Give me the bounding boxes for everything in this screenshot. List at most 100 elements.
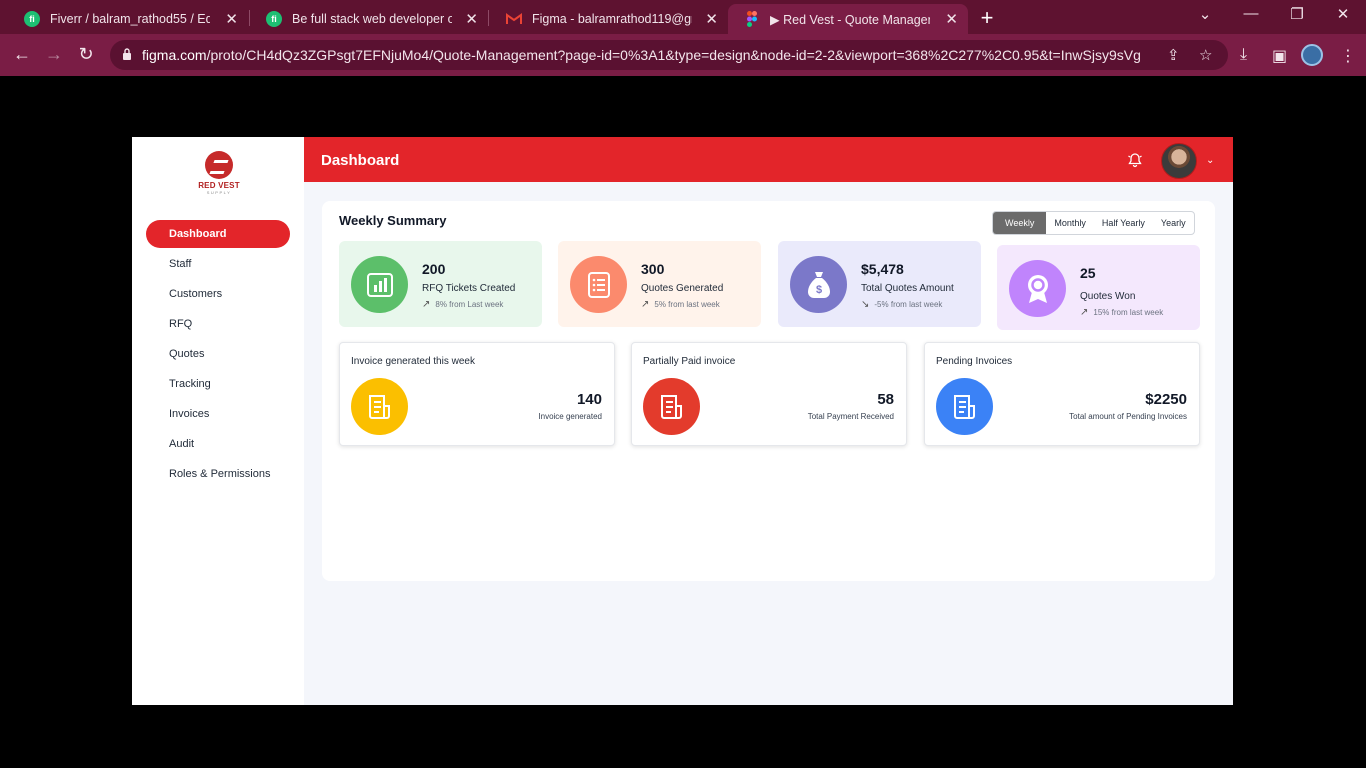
share-icon[interactable]: ⇪	[1167, 46, 1180, 64]
sidebar-item-audit[interactable]: Audit	[146, 430, 290, 458]
invoice-card-generated: Invoice generated this week 140 Invoice …	[339, 342, 615, 446]
browser-tab-bar: fi Fiverr / balram_rathod55 / Edit Gig ✕…	[0, 0, 1366, 34]
gmail-icon	[506, 11, 522, 27]
trend-up-icon: ↗	[641, 299, 650, 310]
close-icon[interactable]: ✕	[945, 10, 958, 28]
profile-avatar[interactable]	[1301, 44, 1323, 66]
fiverr-icon: fi	[24, 11, 40, 27]
stat-card-total-quotes-amount: $ $5,478 Total Quotes Amount ↘ -5% from l…	[778, 241, 981, 327]
minimize-button[interactable]: —	[1241, 5, 1261, 22]
stat-value: $5,478	[861, 261, 904, 277]
red-vest-logo-icon	[205, 151, 233, 179]
browser-tab-fiverr-gig[interactable]: fi Fiverr / balram_rathod55 / Edit Gig ✕	[8, 4, 248, 34]
stat-trend: ↗ 5% from last week	[641, 299, 720, 310]
menu-kebab-icon[interactable]: ⋮	[1340, 46, 1356, 66]
address-bar[interactable]: figma.com/proto/CH4dQz3ZGPsgt7EFNjuMo4/Q…	[110, 40, 1228, 70]
stat-trend: ↗ 15% from last week	[1080, 307, 1164, 318]
logo: RED VEST SUPPLY	[192, 151, 246, 197]
period-selector: Weekly Monthly Half Yearly Yearly	[992, 211, 1195, 235]
sidebar-nav: Dashboard Staff Customers RFQ Quotes Tra…	[146, 220, 290, 490]
weekly-summary-card: Weekly Summary Weekly Monthly Half Yearl…	[322, 201, 1215, 581]
stat-card-quotes-generated: 300 Quotes Generated ↗ 5% from last week	[558, 241, 761, 327]
sidebar-item-roles-permissions[interactable]: Roles & Permissions	[146, 460, 290, 488]
tab-title: Figma - balramrathod119@gmail.com	[532, 12, 692, 26]
sidebar-item-rfq[interactable]: RFQ	[146, 310, 290, 338]
trend-up-icon: ↗	[422, 299, 431, 310]
invoice-document-icon	[351, 378, 408, 435]
invoice-card-title: Partially Paid invoice	[643, 356, 736, 367]
sidebar-item-tracking[interactable]: Tracking	[146, 370, 290, 398]
tab-title: ▶ Red Vest - Quote Management	[770, 12, 930, 27]
sidebar-item-customers[interactable]: Customers	[146, 280, 290, 308]
restore-button[interactable]: ❐	[1287, 5, 1307, 23]
invoice-document-icon	[936, 378, 993, 435]
invoice-card-title: Invoice generated this week	[351, 356, 475, 367]
stat-value: 300	[641, 261, 665, 277]
download-icon[interactable]: ⤓	[1240, 46, 1247, 64]
tab-title: Be full stack web developer or software	[292, 12, 452, 26]
money-bag-icon: $	[790, 256, 847, 313]
chevron-down-icon[interactable]: ⌄	[1206, 155, 1214, 166]
close-icon[interactable]: ✕	[465, 10, 478, 28]
bar-chart-icon	[351, 256, 408, 313]
stat-trend: ↘ -5% from last week	[861, 299, 943, 310]
reload-icon[interactable]: ↻	[75, 44, 97, 65]
new-tab-button[interactable]: +	[976, 5, 998, 31]
invoice-value: 140	[576, 391, 602, 408]
sidebar-item-staff[interactable]: Staff	[146, 250, 290, 278]
invoice-label: Invoice generated	[538, 412, 602, 421]
browser-toolbar: ← → ↻ figma.com/proto/CH4dQz3ZGPsgt7EFNj…	[0, 34, 1366, 76]
invoice-card-partially-paid: Partially Paid invoice 58 Total Payment …	[631, 342, 907, 446]
invoice-document-icon	[643, 378, 700, 435]
trend-down-icon: ↘	[861, 299, 870, 310]
sidebar-item-quotes[interactable]: Quotes	[146, 340, 290, 368]
forward-arrow-icon[interactable]: →	[43, 44, 65, 65]
close-icon[interactable]: ✕	[705, 10, 718, 28]
browser-tab-fiverr-dev[interactable]: fi Be full stack web developer or softwa…	[250, 4, 488, 34]
stat-value: 25	[1080, 265, 1096, 281]
lock-icon	[123, 48, 131, 60]
sidebar-item-invoices[interactable]: Invoices	[146, 400, 290, 428]
award-icon	[1009, 260, 1066, 317]
brand-subtitle: SUPPLY	[206, 190, 232, 195]
sidebar: RED VEST SUPPLY Dashboard Staff Customer…	[132, 137, 304, 705]
tab-yearly[interactable]: Yearly	[1153, 212, 1194, 234]
trend-up-icon: ↗	[1080, 307, 1089, 318]
stat-label: RFQ Tickets Created	[422, 283, 516, 294]
browser-tab-red-vest[interactable]: ▶ Red Vest - Quote Management ✕	[728, 4, 968, 34]
url-text: figma.com/proto/CH4dQz3ZGPsgt7EFNjuMo4/Q…	[142, 47, 1142, 63]
figma-icon	[744, 11, 760, 27]
close-window-button[interactable]: ✕	[1333, 5, 1353, 23]
stat-card-quotes-won: 25 Quotes Won ↗ 15% from last week	[997, 245, 1200, 330]
invoice-value: 58	[877, 391, 894, 408]
invoice-label: Total amount of Pending Invoices	[1069, 412, 1187, 421]
tab-search-icon[interactable]: ⌄	[1195, 5, 1215, 23]
stat-label: Total Quotes Amount	[861, 283, 954, 294]
side-panel-icon[interactable]: ▣	[1272, 46, 1287, 66]
sidebar-item-dashboard[interactable]: Dashboard	[146, 220, 290, 248]
tab-title: Fiverr / balram_rathod55 / Edit Gig	[50, 12, 210, 26]
tab-monthly[interactable]: Monthly	[1046, 212, 1094, 234]
stat-trend: ↗ 8% from Last week	[422, 299, 504, 310]
svg-text:$: $	[815, 284, 821, 296]
browser-tab-gmail[interactable]: Figma - balramrathod119@gmail.com ✕	[490, 4, 728, 34]
back-arrow-icon[interactable]: ←	[11, 44, 33, 65]
stat-card-rfq-tickets: 200 RFQ Tickets Created ↗ 8% from Last we…	[339, 241, 542, 327]
tab-weekly[interactable]: Weekly	[993, 212, 1047, 234]
stat-value: 200	[422, 261, 446, 277]
prototype-frame: RED VEST SUPPLY Dashboard Staff Customer…	[132, 137, 1233, 705]
user-avatar[interactable]	[1161, 143, 1197, 179]
stat-label: Quotes Generated	[641, 283, 724, 294]
close-icon[interactable]: ✕	[225, 10, 238, 28]
list-icon	[570, 256, 627, 313]
tab-half-yearly[interactable]: Half Yearly	[1094, 212, 1153, 234]
brand-name: RED VEST	[198, 181, 240, 190]
fiverr-icon: fi	[266, 11, 282, 27]
invoice-card-pending: Pending Invoices $2250 Total amount of P…	[924, 342, 1200, 446]
bell-icon[interactable]	[1127, 152, 1143, 168]
stat-label: Quotes Won	[1080, 291, 1136, 302]
invoice-card-title: Pending Invoices	[936, 356, 1013, 367]
invoice-value: $2250	[1145, 391, 1187, 408]
star-icon[interactable]: ☆	[1199, 46, 1212, 64]
app-header: Dashboard ⌄	[304, 137, 1233, 182]
